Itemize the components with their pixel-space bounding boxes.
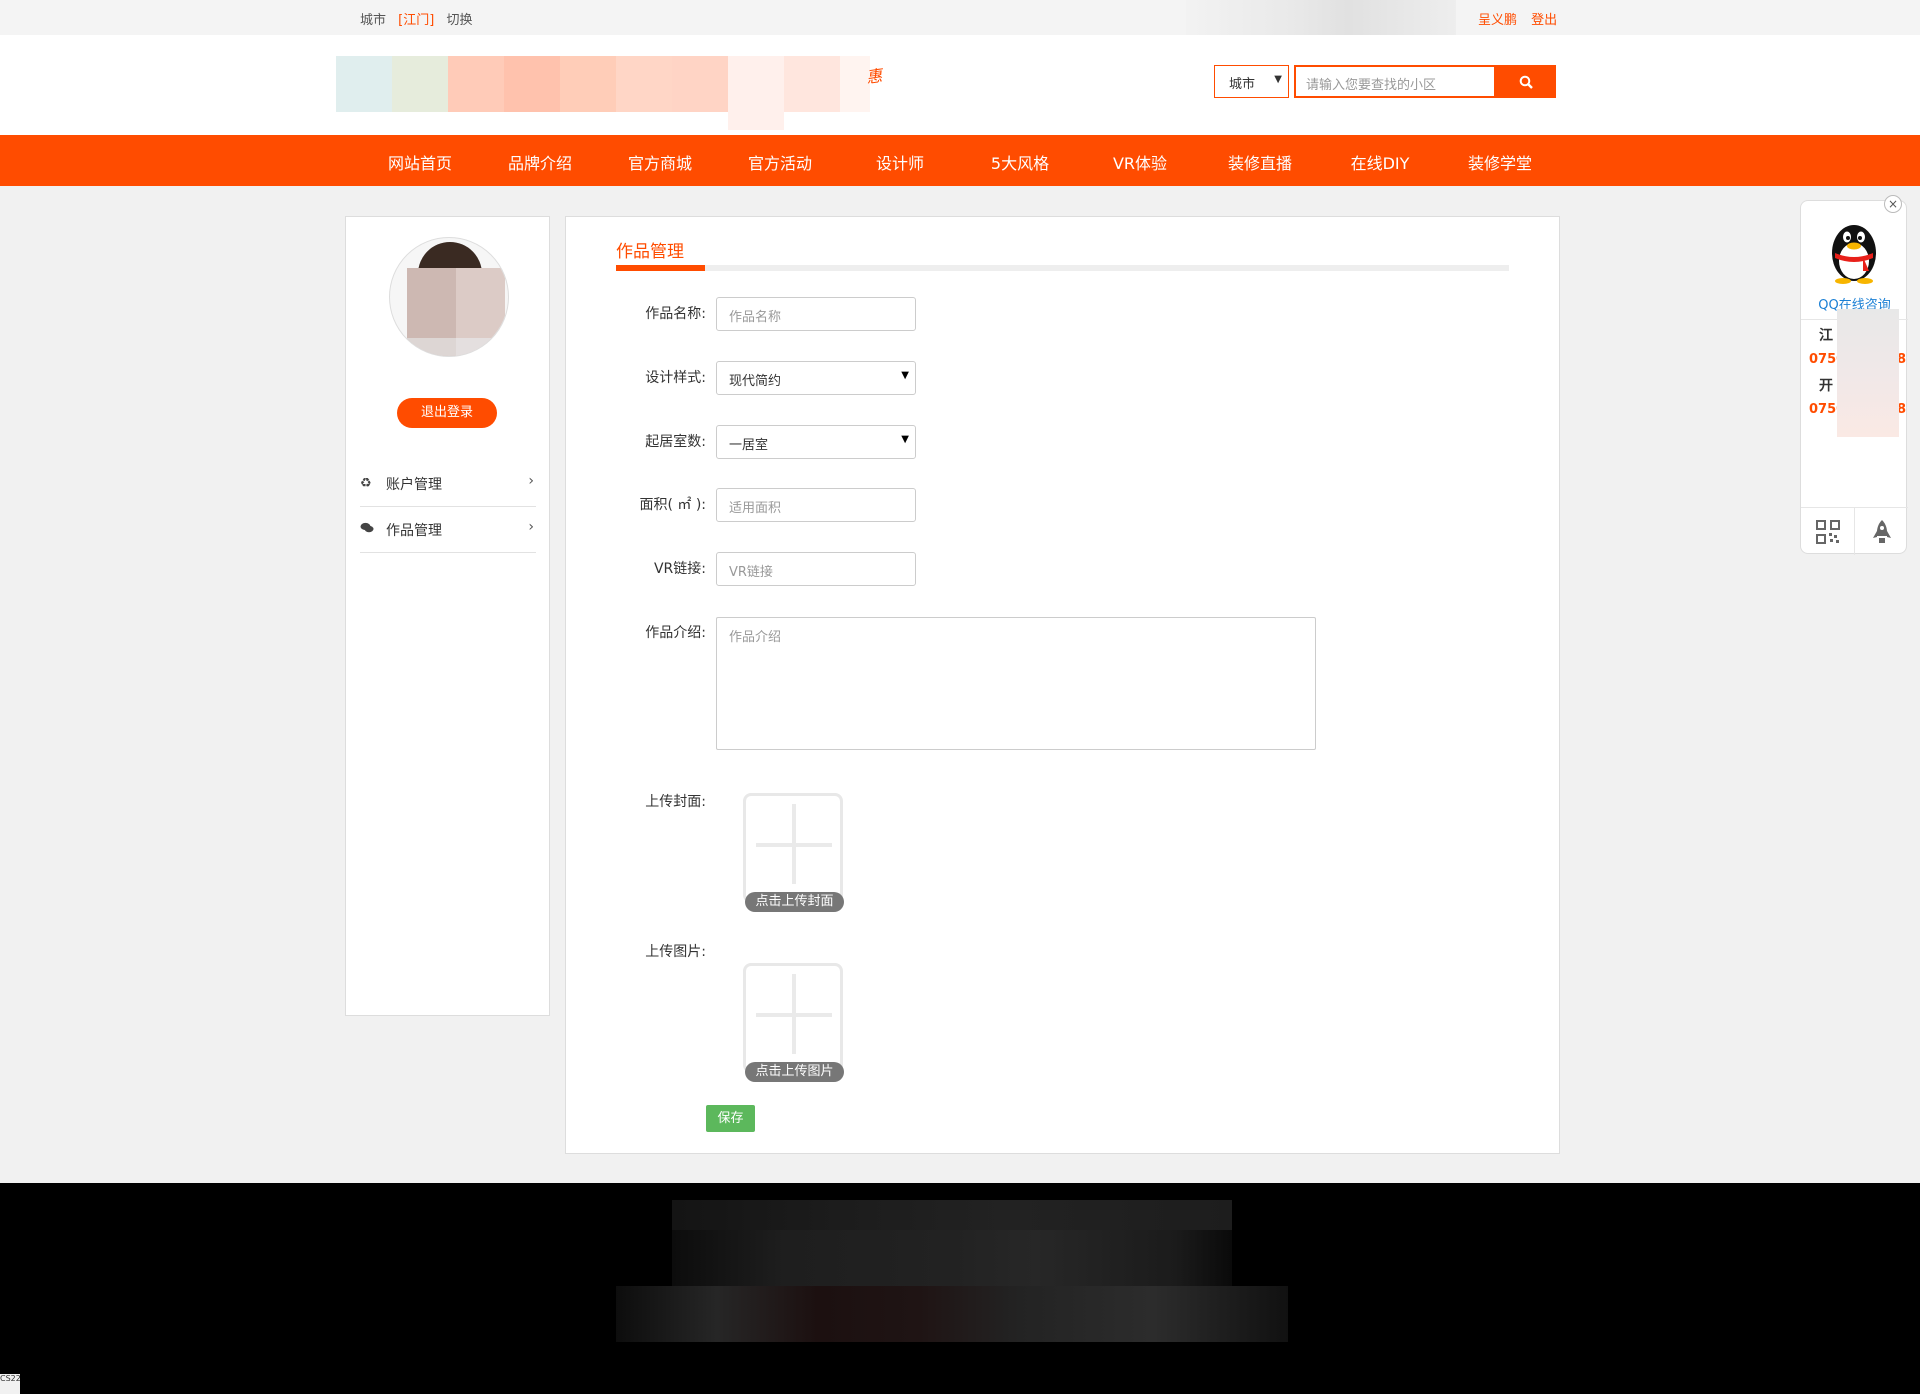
qq-penguin-icon[interactable] [1823, 213, 1885, 285]
nav-styles[interactable]: 5大风格 [960, 150, 1080, 174]
nav-diy[interactable]: 在线DIY [1320, 150, 1440, 174]
cover-upload-label: 上传封面: [645, 794, 706, 810]
work-name-label: 作品名称: [645, 306, 706, 322]
current-city: [江门] [398, 13, 435, 28]
nav-vr[interactable]: VR体验 [1080, 150, 1200, 174]
nav-academy[interactable]: 装修学堂 [1440, 150, 1560, 174]
style-label: 设计样式: [645, 370, 706, 386]
vr-link-label: VR链接: [653, 561, 706, 577]
images-upload-caption: 点击上传图片 [745, 1062, 844, 1082]
images-upload-label: 上传图片: [645, 944, 706, 960]
chevron-right-icon: › [528, 473, 534, 489]
close-icon[interactable]: × [1884, 195, 1902, 213]
sidebar-item-works[interactable]: 作品管理 › [360, 507, 536, 553]
city-switcher: 城市 [江门] 切换 [360, 9, 480, 28]
sidebar-item-account[interactable]: ♻ 账户管理 › [360, 461, 536, 507]
style-select[interactable]: 现代简约 ▼ [716, 361, 916, 395]
header: 惠 城市 ▼ 请输入您要查找的小区 [0, 35, 1920, 135]
save-button[interactable]: 保存 [706, 1105, 755, 1132]
works-form-panel: 作品管理 作品名称: 作品名称 设计样式: 现代简约 ▼ 起居室数: 一居室 ▼… [565, 216, 1560, 1154]
user-name-link[interactable]: 呈义鹏 [1478, 13, 1517, 28]
user-sidebar: 退出登录 ♻ 账户管理 › 作品管理 › [345, 216, 550, 1016]
nav-live[interactable]: 装修直播 [1200, 150, 1320, 174]
qq-consult-widget: × QQ在线咨询 江 0750 8 开 0750 8 [1800, 195, 1908, 555]
site-logo[interactable] [336, 56, 896, 130]
intro-label: 作品介绍: [645, 625, 706, 641]
side-menu: ♻ 账户管理 › 作品管理 › [360, 461, 536, 553]
city-select-value: 城市 [1229, 77, 1256, 92]
cover-upload-button[interactable]: 点击上传封面 [743, 793, 844, 912]
logout-link[interactable]: 登出 [1531, 13, 1557, 28]
area-input[interactable]: 适用面积 [716, 488, 916, 522]
switch-city-link[interactable]: 切换 [446, 13, 472, 28]
caret-down-icon: ▼ [901, 370, 909, 381]
qq-city-1: 江 [1819, 328, 1833, 344]
work-name-input[interactable]: 作品名称 [716, 297, 916, 331]
style-select-value: 现代简约 [729, 374, 782, 389]
qq-tools [1801, 507, 1908, 555]
footer [0, 1183, 1920, 1394]
caret-down-icon: ▼ [901, 434, 909, 445]
sidebar-item-label: 作品管理 [386, 522, 442, 539]
rocket-top-icon[interactable] [1855, 508, 1908, 555]
area-label: 面积( ㎡ ): [639, 497, 706, 513]
top-bar: 城市 [江门] 切换 呈义鹏 登出 [0, 0, 1920, 43]
city-label: 城市 [360, 13, 387, 28]
city-select[interactable]: 城市 ▼ [1214, 65, 1289, 98]
title-underline [616, 265, 1509, 271]
main-nav: 网站首页 品牌介绍 官方商城 官方活动 设计师 5大风格 VR体验 装修直播 在… [0, 135, 1920, 186]
caret-down-icon: ▼ [1274, 74, 1282, 85]
nav-mall[interactable]: 官方商城 [600, 150, 720, 174]
nav-home[interactable]: 网站首页 [360, 150, 480, 174]
intro-textarea[interactable]: 作品介绍 [716, 617, 1316, 750]
qr-code-icon[interactable] [1801, 508, 1855, 555]
rooms-label: 起居室数: [645, 434, 706, 450]
rooms-select-value: 一居室 [729, 438, 769, 453]
comments-icon [360, 522, 376, 538]
nav-events[interactable]: 官方活动 [720, 150, 840, 174]
logout-button[interactable]: 退出登录 [397, 398, 497, 428]
search-button[interactable] [1496, 65, 1556, 98]
user-links: 呈义鹏 登出 [1468, 9, 1557, 28]
logo-slogan: 惠 [864, 65, 884, 88]
search-icon [1519, 75, 1533, 89]
chevron-right-icon: › [528, 519, 534, 535]
blurred-region [1837, 309, 1899, 437]
qq-city-2: 开 [1819, 378, 1833, 394]
cover-upload-caption: 点击上传封面 [745, 892, 844, 912]
sidebar-item-label: 账户管理 [386, 476, 442, 493]
avatar [389, 237, 509, 357]
rooms-select[interactable]: 一居室 ▼ [716, 425, 916, 459]
images-upload-button[interactable]: 点击上传图片 [743, 963, 844, 1082]
recycle-icon: ♻ [360, 476, 372, 491]
page-title: 作品管理 [616, 242, 684, 262]
corner-badge: CS22 [0, 1374, 21, 1394]
search-bar: 城市 ▼ 请输入您要查找的小区 [1214, 65, 1556, 98]
nav-brand[interactable]: 品牌介绍 [480, 150, 600, 174]
vr-link-input[interactable]: VR链接 [716, 552, 916, 586]
search-input[interactable]: 请输入您要查找的小区 [1294, 65, 1496, 98]
nav-designers[interactable]: 设计师 [840, 150, 960, 174]
